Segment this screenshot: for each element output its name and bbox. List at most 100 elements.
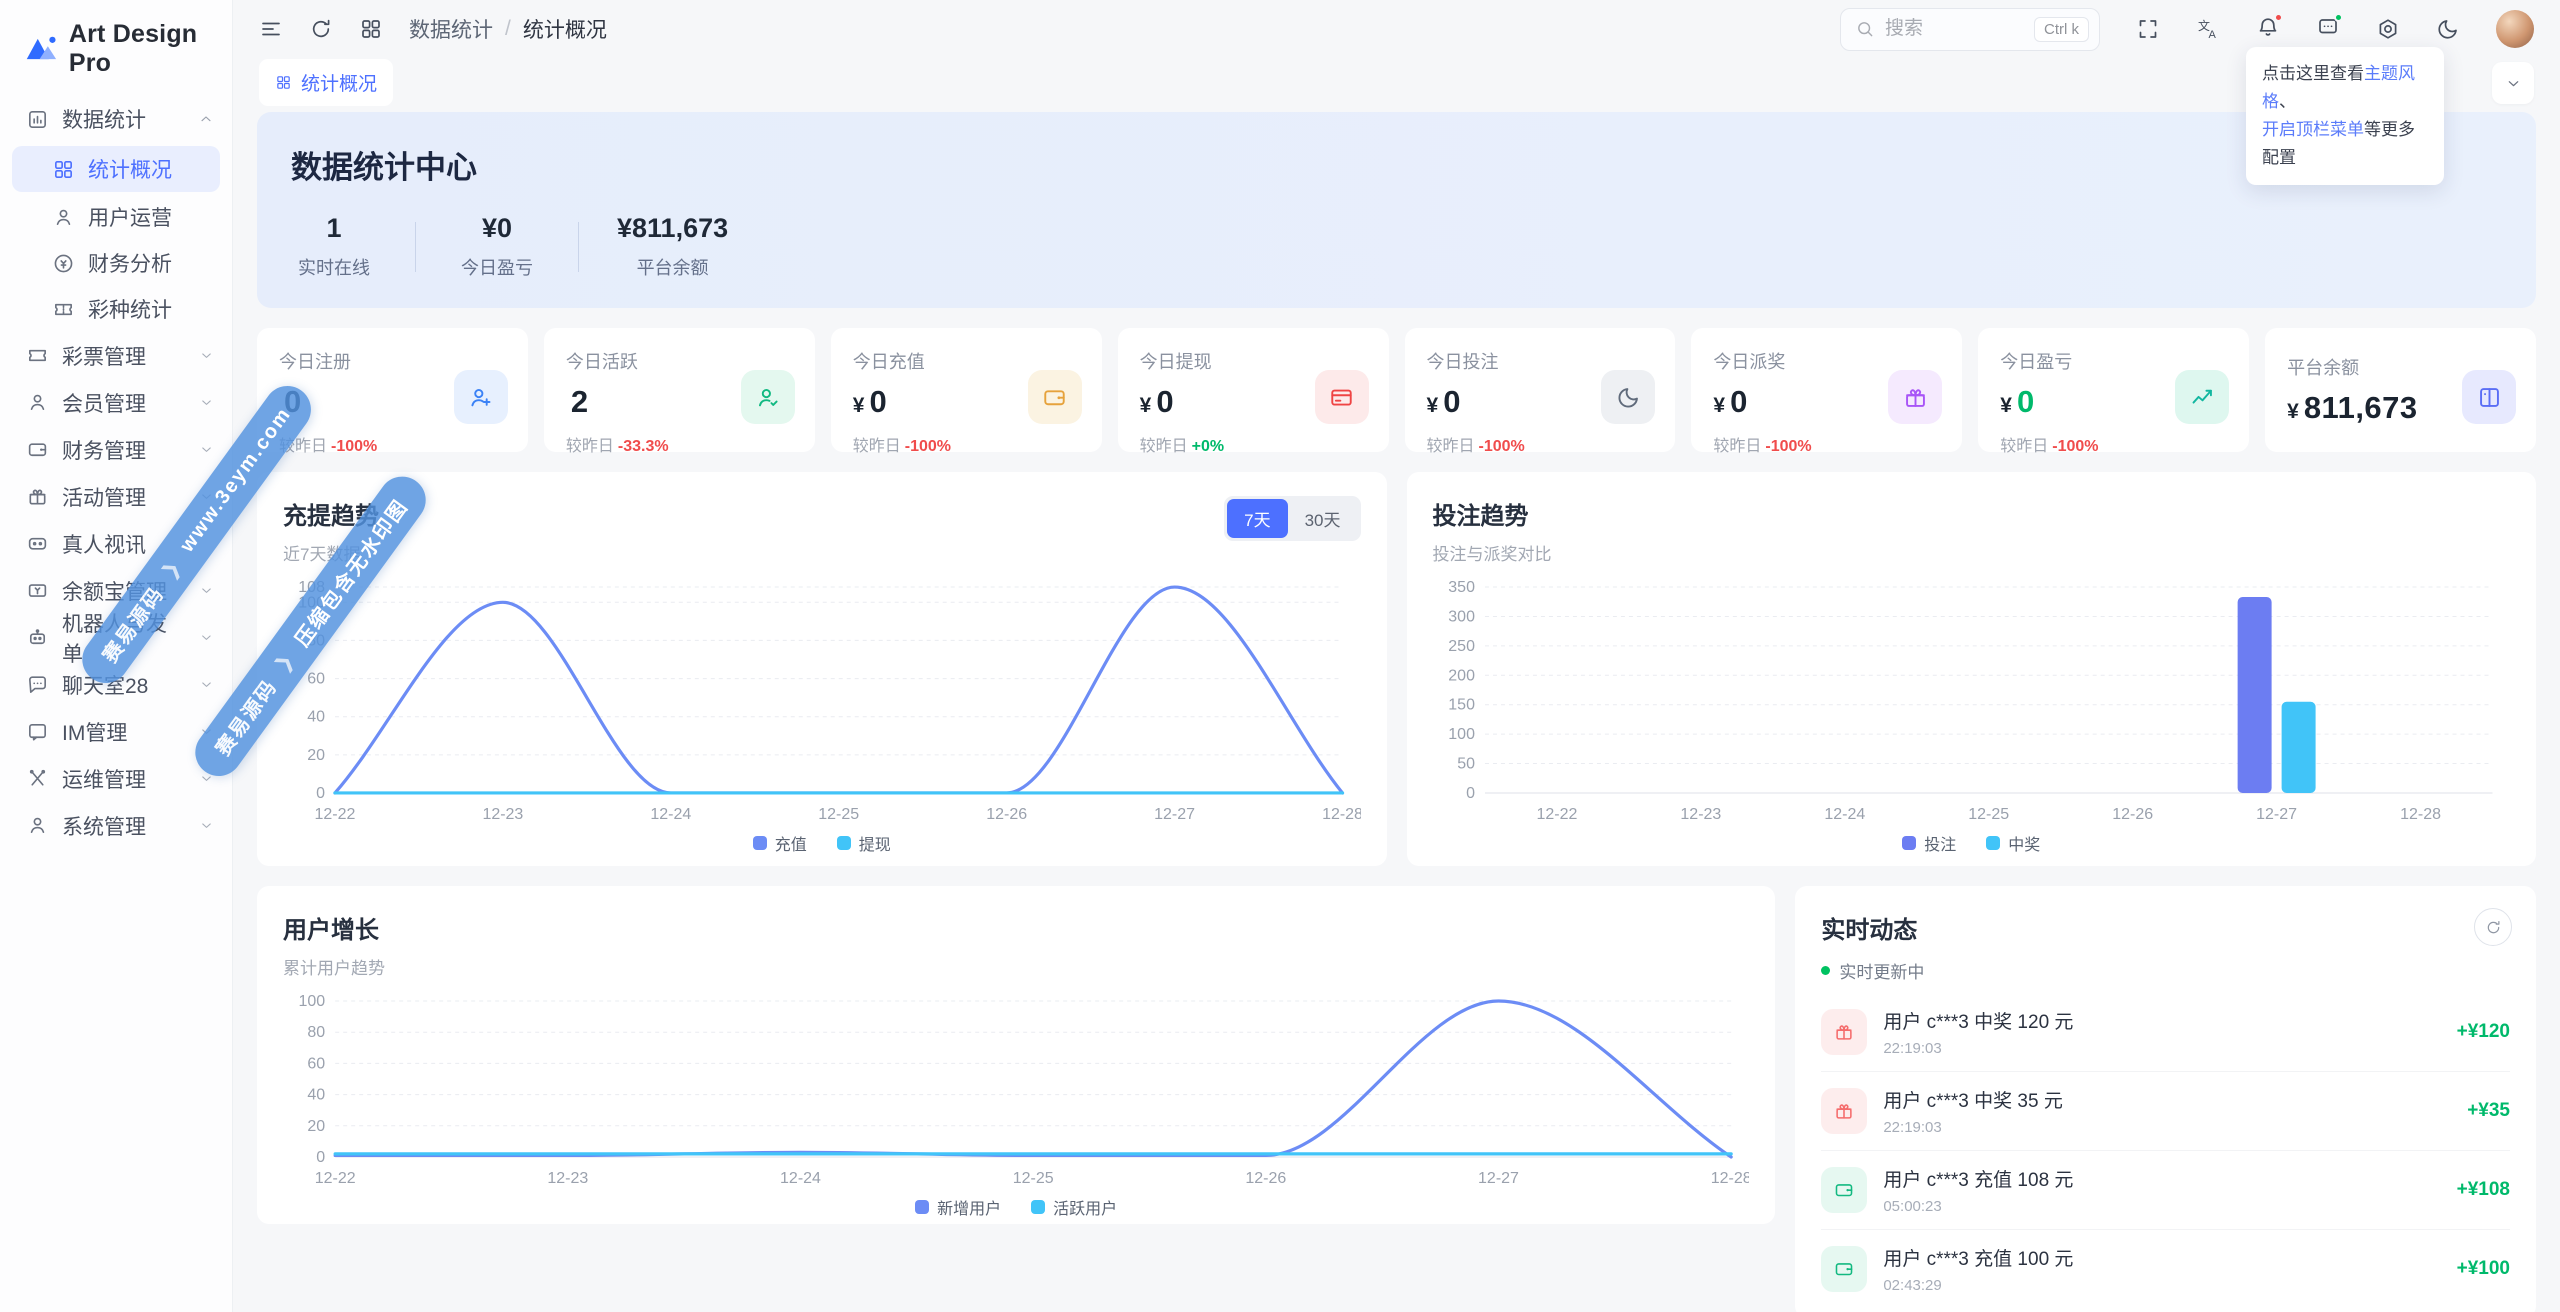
user-avatar[interactable] [2496,10,2534,48]
app-window: Art Design Pro 数据统计 统计概况 用户运营 财务分析 彩种统计 … [0,0,2560,1312]
notification-dot [2274,12,2283,22]
message-icon [29,723,46,741]
ticket-icon [55,303,72,315]
breadcrumb: 数据统计 / 统计概况 [409,14,607,44]
activity-item[interactable]: 用户 c***3 中奖 120 元 22:19:03 +¥120 [1821,993,2510,1071]
grid-icon [55,160,72,178]
user-icon [30,394,45,411]
fullscreen-icon[interactable] [2136,17,2160,41]
global-search[interactable]: Ctrl k [1840,7,2100,51]
svg-text:40: 40 [307,1087,325,1104]
stat-card-active: 今日活跃 2 较昨日 -33.3% [543,328,815,455]
sidebar-item-lottery-stats[interactable]: 彩种统计 [0,286,232,332]
activity-item[interactable]: 用户 c***3 中奖 35 元 22:19:03 +¥35 [1821,1071,2510,1150]
search-icon [1858,22,1873,37]
breadcrumb-parent[interactable]: 数据统计 [409,14,493,44]
svg-text:12-28: 12-28 [1711,1170,1750,1187]
stat-card-recharge: 今日充值 ¥0 较昨日 -100% [830,328,1102,455]
tooltip-text: 点击这里查看 [2262,64,2364,83]
svg-text:80: 80 [307,1024,325,1041]
legend-item[interactable]: 提现 [836,831,891,855]
activity-refresh-button[interactable] [2474,908,2512,946]
sidebar-item-label: IM管理 [62,721,128,745]
chevron-down-icon [2508,80,2518,86]
menu-collapse-icon[interactable] [259,17,283,41]
sidebar-item-finance-analysis[interactable]: 财务分析 [0,240,232,286]
sidebar-item-label: 活动管理 [62,486,146,510]
gift-icon [29,489,46,505]
activity-list: 用户 c***3 中奖 120 元 22:19:03 +¥120 用户 c***3… [1821,993,2510,1308]
sidebar-item-user-operation[interactable]: 用户运营 [0,194,232,240]
settings-icon[interactable] [2376,17,2400,41]
svg-text:12-23: 12-23 [1680,806,1721,823]
app-title: Art Design Pro [68,20,198,77]
sidebar-item-label: 系统管理 [62,815,146,839]
gamepad-icon [28,537,47,550]
charts-row: 充提趋势 近7天数据 7天 30天 02040608010010812-2212… [257,472,2536,866]
tab-options-button[interactable] [2492,62,2534,104]
sidebar-item-label: 真人视讯 [62,533,146,557]
apps-grid-icon[interactable] [359,17,383,41]
legend-item[interactable]: 中奖 [1986,831,2040,855]
legend-item[interactable]: 活跃用户 [1031,1195,1117,1219]
user-check-icon [740,370,795,424]
moon-chart-icon [1601,370,1656,424]
breadcrumb-separator: / [505,17,511,40]
legend-item[interactable]: 充值 [752,831,807,855]
range-7d-button[interactable]: 7天 [1227,499,1288,538]
bet-trend-chart: 0 50 100 150 200 250 300 350 12-22 12-23 12-24 12-2… [1448,579,2493,823]
activity-item[interactable]: 用户 c***3 充值 100 元 02:43:29 +¥100 [1821,1229,2510,1308]
svg-text:100: 100 [298,993,325,1010]
refresh-icon[interactable] [309,17,333,41]
settings-tooltip: 点击这里查看主题风格、 开启顶栏菜单等更多配置 [2246,47,2444,186]
chart-title: 投注趋势 [1432,503,1529,530]
stat-card-platform-balance: 平台余额 ¥811,673 [2265,328,2536,452]
bet-trend-card: 投注趋势 投注与派奖对比 0 50 100 150 200 250 300 350 12-22 1… [1406,472,2536,866]
range-30d-button[interactable]: 30天 [1288,499,1358,538]
bottom-row: 用户增长 累计用户趋势 0 20 40 60 80 100 12-22 12-23 12-24 1… [257,886,2536,1312]
chart-subtitle: 累计用户趋势 [283,959,385,978]
sidebar-item-system-mgmt[interactable]: 系统管理 [0,802,232,849]
refresh-icon [2487,920,2499,933]
tab-stats-overview[interactable]: 统计概况 [259,58,394,106]
recharge-withdraw-trend-card: 充提趋势 近7天数据 7天 30天 02040608010010812-2212… [257,472,1387,866]
stat-card-bet: 今日投注 ¥0 较昨日 -100% [1404,328,1676,455]
chevron-down-icon [202,400,211,405]
sidebar-item-finance-mgmt[interactable]: 财务管理 [0,426,232,473]
main-area: 数据统计 / 统计概况 Ctrl k 文A [233,0,2560,1312]
tab-bar: 统计概况 [233,58,2560,106]
sidebar-item-stats-overview[interactable]: 统计概况 [12,146,220,192]
recharge-trend-chart: 02040608010010812-2212-2312-2412-2512-26… [298,579,1360,823]
svg-text:12-24: 12-24 [650,806,691,823]
sidebar-item-lottery-mgmt[interactable]: 彩票管理 [0,332,232,379]
finance-icon [54,254,73,272]
activity-title: 实时动态 [1821,917,1918,944]
svg-text:40: 40 [307,709,325,726]
divider [415,221,416,272]
legend-item[interactable]: 新增用户 [915,1195,1001,1219]
realtime-activity-card: 实时动态 实时更新中 用户 c***3 中奖 120 元 22:19:03 +¥1… [1795,886,2536,1312]
svg-text:250: 250 [1448,638,1475,655]
svg-text:300: 300 [1448,608,1475,625]
sidebar-item-member-mgmt[interactable]: 会员管理 [0,379,232,426]
chat-button[interactable] [2316,12,2343,44]
activity-item[interactable]: 用户 c***3 充值 108 元 05:00:23 +¥108 [1821,1150,2510,1229]
svg-text:200: 200 [1448,667,1475,684]
svg-text:12-22: 12-22 [315,1170,356,1187]
translate-icon[interactable]: 文A [2196,17,2220,41]
dark-mode-moon-icon[interactable] [2436,17,2460,41]
legend-item[interactable]: 投注 [1902,831,1956,855]
chart-subtitle: 近7天数据 [283,545,361,564]
svg-text:0: 0 [1466,785,1475,802]
user-icon [56,209,71,225]
tooltip-link-topbar[interactable]: 开启顶栏菜单 [2262,120,2364,139]
sidebar-item-label: 彩票管理 [62,345,146,369]
app-logo[interactable]: Art Design Pro [0,0,232,94]
notifications-button[interactable] [2256,12,2283,44]
sidebar-group-data-stats[interactable]: 数据统计 [0,94,232,144]
recharge-wallet-icon [1821,1167,1868,1213]
search-input[interactable] [1885,18,2015,40]
svg-text:12-24: 12-24 [1824,806,1865,823]
svg-text:12-25: 12-25 [1968,806,2009,823]
svg-text:20: 20 [307,1118,325,1135]
